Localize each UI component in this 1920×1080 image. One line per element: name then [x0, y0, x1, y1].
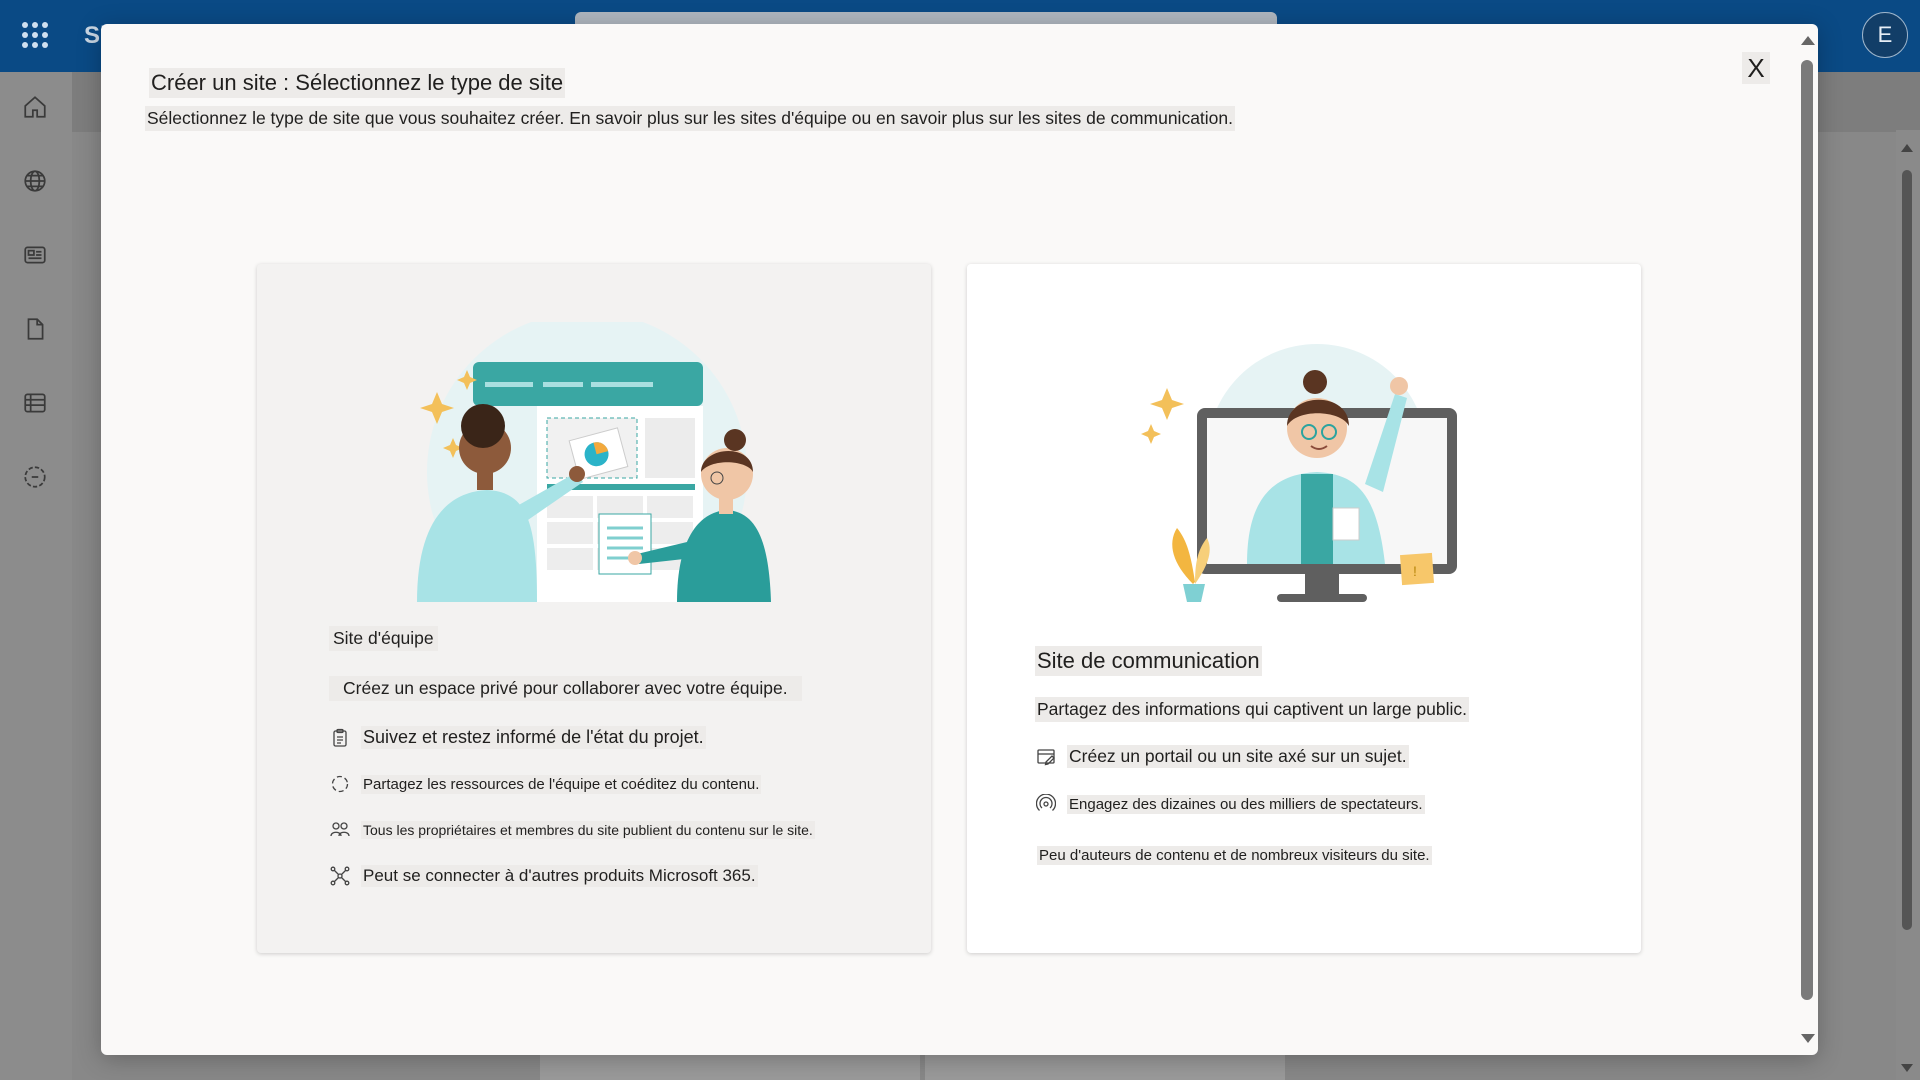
- create-icon[interactable]: [22, 464, 48, 490]
- news-icon[interactable]: [22, 242, 48, 268]
- communication-feature-text: Peu d'auteurs de contenu et de nombreux …: [1037, 846, 1432, 865]
- communication-feature-item: Créez un portail ou un site axé sur un s…: [1035, 745, 1409, 768]
- team-feature-text: Tous les propriétaires et membres du sit…: [361, 821, 815, 839]
- team-feature-item: Suivez et restez informé de l'état du pr…: [329, 726, 706, 749]
- team-site-illustration: [417, 322, 771, 602]
- list-icon[interactable]: [22, 390, 48, 416]
- dialog-scrollbar[interactable]: [1797, 24, 1818, 1055]
- create-site-dialog: Créer un site : Sélectionnez le type de …: [101, 24, 1818, 1055]
- team-site-card[interactable]: Site d'équipe Créez un espace privé pour…: [257, 264, 931, 953]
- globe-icon[interactable]: [22, 168, 48, 194]
- left-nav-rail: [0, 72, 72, 1080]
- communication-feature-text: Engagez des dizaines ou des milliers de …: [1067, 794, 1425, 814]
- dialog-subtitle: Sélectionnez le type de site que vous so…: [145, 106, 1236, 131]
- communication-site-description: Partagez des informations qui captivent …: [1035, 697, 1469, 722]
- scroll-thumb[interactable]: [1801, 60, 1813, 1000]
- team-site-title: Site d'équipe: [329, 626, 438, 651]
- team-feature-item: Partagez les ressources de l'équipe et c…: [329, 773, 762, 795]
- scroll-up-icon[interactable]: [1901, 144, 1913, 152]
- communication-site-title: Site de communication: [1035, 646, 1262, 676]
- clipboard-icon: [329, 727, 351, 749]
- scroll-down-icon[interactable]: [1801, 1034, 1815, 1043]
- team-feature-text: Suivez et restez informé de l'état du pr…: [361, 726, 706, 749]
- team-feature-text: Peut se connecter à d'autres produits Mi…: [361, 865, 758, 887]
- close-button[interactable]: X: [1742, 52, 1770, 84]
- edit-page-icon: [1035, 746, 1057, 768]
- communication-site-card[interactable]: ! Site de communication Partagez des inf…: [967, 264, 1641, 953]
- app-launcher-icon[interactable]: [22, 22, 48, 48]
- team-site-description: Créez un espace privé pour collaborer av…: [329, 676, 802, 701]
- dialog-title: Créer un site : Sélectionnez le type de …: [149, 68, 566, 98]
- connect-icon: [329, 865, 351, 887]
- communication-feature-text: Créez un portail ou un site axé sur un s…: [1067, 745, 1409, 768]
- people-icon: [329, 819, 351, 841]
- sync-circle-icon: [329, 773, 351, 795]
- scroll-down-icon[interactable]: [1901, 1064, 1913, 1072]
- team-feature-item: Peut se connecter à d'autres produits Mi…: [329, 865, 758, 887]
- page-scrollbar[interactable]: [1896, 130, 1920, 1080]
- team-feature-item: Tous les propriétaires et membres du sit…: [329, 819, 815, 841]
- broadcast-icon: [1035, 793, 1057, 815]
- communication-site-illustration: !: [1141, 344, 1457, 602]
- scroll-up-icon[interactable]: [1801, 36, 1815, 45]
- home-icon[interactable]: [22, 94, 48, 120]
- scroll-thumb[interactable]: [1902, 170, 1912, 930]
- team-feature-text: Partagez les ressources de l'équipe et c…: [361, 774, 762, 794]
- avatar[interactable]: E: [1862, 12, 1908, 58]
- svg-text:!: !: [1413, 563, 1417, 579]
- document-icon[interactable]: [22, 316, 48, 342]
- communication-feature-item: Engagez des dizaines ou des milliers de …: [1035, 793, 1425, 815]
